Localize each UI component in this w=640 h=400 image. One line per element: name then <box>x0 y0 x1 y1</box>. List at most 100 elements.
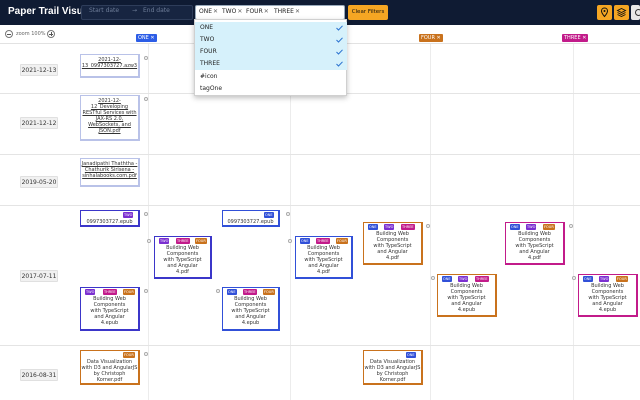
tag-select[interactable]: ONE✕ TWO✕ FOUR✕ THREE✕ <box>195 5 345 20</box>
column-tag-one[interactable]: ONE ✕ <box>136 34 157 42</box>
start-date-input[interactable]: Start date <box>89 7 119 14</box>
file-card[interactable]: ONE TWO FOUR Building Web Components wit… <box>578 274 638 317</box>
dropdown-option-one[interactable]: ONE <box>195 22 347 34</box>
tag-four: FOUR <box>543 224 555 230</box>
check-icon <box>336 25 343 31</box>
tag-two: TWO <box>599 276 610 282</box>
pin-button[interactable] <box>597 5 612 20</box>
column-tag-four[interactable]: FOUR ✕ <box>419 34 443 42</box>
file-name[interactable]: Data Visualization with D3 and AngularJS… <box>81 359 138 383</box>
chip-two[interactable]: TWO✕ <box>222 8 242 15</box>
settings-icon <box>635 9 640 16</box>
zoom-in-icon[interactable] <box>47 30 55 38</box>
file-name[interactable]: 0997303727.epub <box>81 219 138 225</box>
file-name[interactable]: Building Web Components with TypeScript … <box>223 296 278 326</box>
check-icon <box>336 61 343 67</box>
row-divider <box>0 205 640 206</box>
check-icon <box>336 37 343 43</box>
file-card[interactable]: ONE THREE FOUR Building Web Components w… <box>295 236 353 279</box>
connector-dot <box>144 56 148 60</box>
file-name[interactable]: Building Web Components with TypeScript … <box>364 231 421 261</box>
column-divider <box>430 44 431 400</box>
date-badge: 2016-08-31 <box>20 369 58 381</box>
tag-four: FOUR <box>123 289 135 295</box>
connector-dot <box>286 212 290 216</box>
chip-one[interactable]: ONE✕ <box>199 8 218 15</box>
column-divider <box>573 44 574 400</box>
zoom-out-icon[interactable] <box>5 30 13 38</box>
tag-three: THREE <box>316 238 330 244</box>
file-name[interactable]: 2021-12-12_Developing RESTful Services w… <box>81 98 138 134</box>
settings-button[interactable] <box>631 5 640 20</box>
tag-three: THREE <box>401 224 415 230</box>
row-divider <box>0 154 640 155</box>
tag-three: THREE <box>176 238 190 244</box>
file-name[interactable]: Building Web Components with TypeScript … <box>81 296 138 326</box>
tag-two: TWO <box>159 238 170 244</box>
tag-one: ONE <box>406 352 416 358</box>
file-card[interactable]: FOUR Data Visualization with D3 and Angu… <box>80 350 140 385</box>
dropdown-option-two[interactable]: TWO <box>195 34 347 46</box>
file-card[interactable]: ONE 0997303727.epub <box>222 210 280 227</box>
close-icon[interactable]: ✕ <box>264 8 269 15</box>
connector-dot <box>288 239 292 243</box>
layers-button[interactable] <box>614 5 629 20</box>
file-card[interactable]: 2021-12-13_0997303727.azw3 <box>80 54 140 78</box>
tag-two: TWO <box>384 224 395 230</box>
file-card[interactable]: 2021-12-12_Developing RESTful Services w… <box>80 95 140 141</box>
file-card[interactable]: ONE TWO THREE Building Web Components wi… <box>363 222 423 265</box>
tag-four: FOUR <box>336 238 348 244</box>
close-icon[interactable]: ✕ <box>213 8 218 15</box>
layers-icon <box>616 7 627 18</box>
file-card[interactable]: ONE TWO THREE Building Web Components wi… <box>437 274 497 317</box>
column-divider <box>290 44 291 400</box>
pin-icon <box>600 7 609 18</box>
dropdown-option-three[interactable]: THREE <box>195 58 347 70</box>
file-name[interactable]: Janadipathi Thaththa - Chathurik Sirisen… <box>81 161 138 179</box>
end-date-input[interactable]: End date <box>143 7 170 14</box>
close-icon[interactable]: ✕ <box>295 8 300 15</box>
file-card[interactable]: ONE TWO FOUR Building Web Components wit… <box>505 222 565 265</box>
dropdown-option-four[interactable]: FOUR <box>195 46 347 58</box>
dropdown-option-tagone[interactable]: tagOne <box>195 83 347 95</box>
clear-filters-button[interactable]: Clear Filters <box>348 5 388 20</box>
connector-dot <box>144 97 148 101</box>
file-name[interactable]: 2021-12-13_0997303727.azw3 <box>81 57 138 69</box>
connector-dot <box>216 289 220 293</box>
chip-three[interactable]: THREE✕ <box>274 8 300 15</box>
connector-dot <box>431 276 435 280</box>
connector-dot <box>147 239 151 243</box>
tag-two: TWO <box>85 289 96 295</box>
file-name[interactable]: Building Web Components with TypeScript … <box>296 245 351 275</box>
date-badge: 2017-07-11 <box>20 270 58 282</box>
file-name[interactable]: Building Web Components with TypeScript … <box>579 283 636 313</box>
chip-four[interactable]: FOUR✕ <box>246 8 269 15</box>
file-name[interactable]: Building Web Components with TypeScript … <box>506 231 563 261</box>
tag-one: ONE <box>510 224 520 230</box>
file-card[interactable]: ONE THREE FOUR Building Web Components w… <box>222 287 280 331</box>
date-range-picker[interactable]: Start date → End date <box>81 5 193 20</box>
file-card[interactable]: TWO 0997303727.epub <box>80 210 140 227</box>
tag-one: ONE <box>264 212 274 218</box>
close-icon[interactable]: ✕ <box>237 8 242 15</box>
dropdown-option-icon[interactable]: #icon <box>195 71 347 83</box>
file-card[interactable]: Janadipathi Thaththa - Chathurik Sirisen… <box>80 158 140 187</box>
file-card[interactable]: TWO THREE FOUR Building Web Components w… <box>80 287 140 331</box>
row-divider <box>0 345 640 346</box>
tag-one: ONE <box>300 238 310 244</box>
file-name[interactable]: Building Web Components with TypeScript … <box>155 245 210 275</box>
file-card[interactable]: TWO THREE FOUR Building Web Components w… <box>154 236 212 279</box>
tag-two: TWO <box>526 224 537 230</box>
tag-one: ONE <box>442 276 452 282</box>
date-badge: 2019-05-20 <box>20 176 58 188</box>
connector-dot <box>572 276 576 280</box>
connector-dot <box>144 212 148 216</box>
column-tag-three[interactable]: THREE ✕ <box>562 34 589 42</box>
file-card[interactable]: ONE Data Visualization with D3 and Angul… <box>363 350 423 385</box>
zoom-level: zoom 100% <box>16 31 46 37</box>
check-icon <box>336 49 343 55</box>
file-name[interactable]: Building Web Components with TypeScript … <box>438 283 495 313</box>
file-name[interactable]: Data Visualization with D3 and AngularJS… <box>364 359 421 383</box>
file-name[interactable]: 0997303727.epub <box>223 219 278 225</box>
tag-three: THREE <box>103 289 117 295</box>
